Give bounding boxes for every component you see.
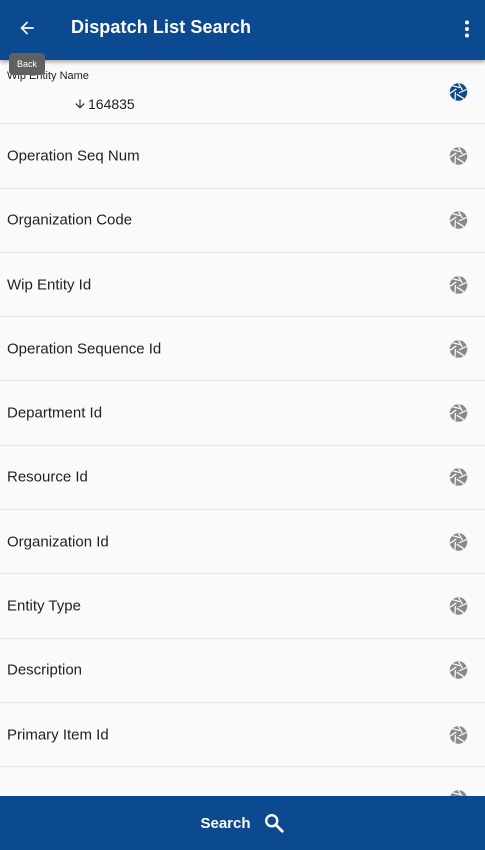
field-row-operation-seq-num[interactable]: Operation Seq Num [0, 124, 485, 189]
aperture-icon[interactable] [448, 274, 469, 295]
more-vert-icon [465, 20, 469, 38]
field-label: Primary Item Id [7, 726, 109, 744]
aperture-icon[interactable] [448, 596, 469, 617]
field-label: Resource Id [7, 468, 88, 486]
aperture-icon[interactable] [448, 145, 469, 166]
aperture-icon[interactable] [448, 338, 469, 359]
field-row-organization-id[interactable]: Organization Id [0, 510, 485, 575]
back-button[interactable] [11, 12, 43, 44]
field-label: Wip Entity Id [7, 276, 92, 294]
field-label: Operation Sequence Id [7, 340, 162, 358]
search-button-label: Search [200, 814, 251, 832]
field-row-partial[interactable] [0, 767, 485, 796]
aperture-icon[interactable] [448, 81, 469, 102]
field-value-text: 164835 [88, 96, 135, 112]
field-row-wip-entity-id[interactable]: Wip Entity Id [0, 253, 485, 318]
field-label: Department Id [7, 404, 103, 422]
aperture-icon[interactable] [448, 467, 469, 488]
field-label: Entity Type [7, 597, 81, 615]
back-tooltip: Back [9, 53, 46, 75]
aperture-icon[interactable] [448, 403, 469, 424]
field-row-primary-item-id[interactable]: Primary Item Id [0, 703, 485, 768]
field-row-entity-type[interactable]: Entity Type [0, 574, 485, 639]
field-row-operation-sequence-id[interactable]: Operation Sequence Id [0, 317, 485, 382]
field-row-wip-entity-name[interactable]: Wip Entity Name 164835 [0, 60, 485, 125]
page-title: Dispatch List Search [71, 17, 252, 37]
arrow-left-icon [20, 21, 34, 35]
overflow-menu-button[interactable] [457, 14, 477, 44]
aperture-icon[interactable] [448, 210, 469, 231]
search-icon [264, 814, 284, 833]
field-row-department-id[interactable]: Department Id [0, 381, 485, 446]
app-bar: Dispatch List Search [0, 0, 485, 60]
field-label: Organization Id [7, 533, 109, 551]
aperture-icon[interactable] [448, 531, 469, 552]
field-row-description[interactable]: Description [0, 639, 485, 703]
aperture-icon[interactable] [448, 660, 469, 681]
field-row-resource-id[interactable]: Resource Id [0, 446, 485, 511]
field-label: Organization Code [7, 211, 133, 229]
field-value: 164835 [73, 96, 135, 112]
field-row-organization-code[interactable]: Organization Code [0, 189, 485, 253]
app-screen: Dispatch List Search Back Wip Entity Nam… [0, 0, 485, 850]
field-label: Description [7, 661, 83, 679]
arrow-down-icon [75, 99, 85, 109]
field-label: Operation Seq Num [7, 147, 140, 165]
aperture-icon[interactable] [448, 788, 469, 796]
search-field-list: Wip Entity Name 164835 Operation Seq Num… [0, 60, 485, 796]
search-button[interactable]: Search [0, 796, 485, 850]
aperture-icon[interactable] [448, 724, 469, 745]
